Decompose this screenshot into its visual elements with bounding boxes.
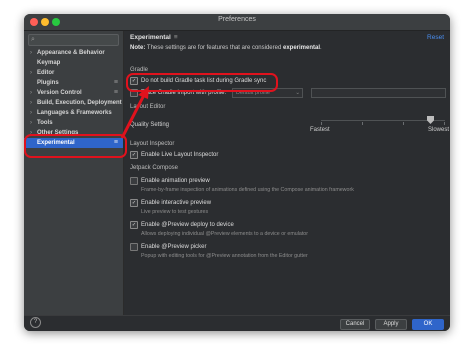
annotation-arrow: [120, 86, 149, 139]
annotation-arrow-head: [138, 86, 149, 99]
annotation-arrow-shaft: [120, 94, 146, 139]
